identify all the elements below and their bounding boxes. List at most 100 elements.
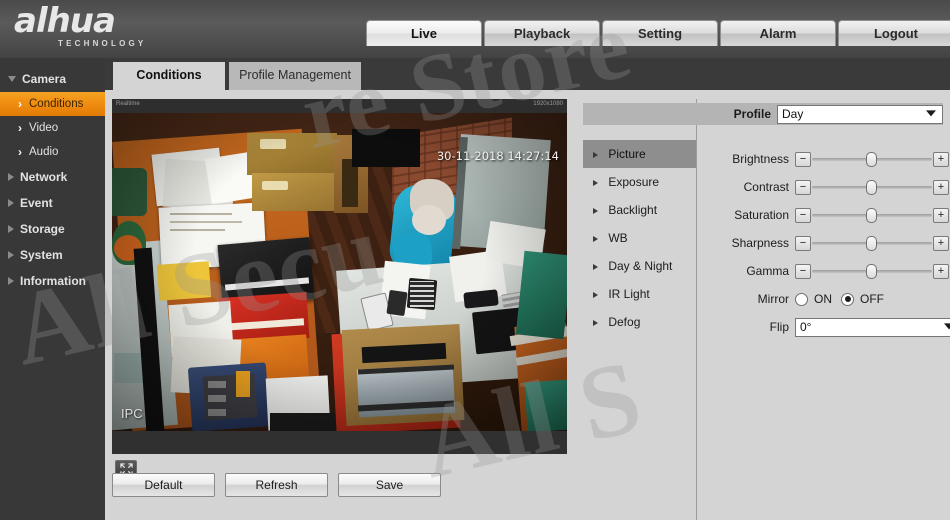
saturation-increment-button[interactable]: + <box>933 207 949 223</box>
contrast-label: Contrast <box>743 180 789 194</box>
chevron-right-icon <box>593 291 598 298</box>
chevron-down-icon <box>944 323 950 330</box>
chevron-right-icon <box>8 225 14 233</box>
nav-tab-logout[interactable]: Logout <box>838 20 950 46</box>
chevron-right-icon <box>593 179 598 186</box>
tab-strip: Conditions Profile Management <box>105 58 950 90</box>
video-stream-image[interactable]: 30-11-2018 14:27:14 IPC <box>112 113 567 431</box>
contrast-slider-thumb[interactable] <box>866 179 877 195</box>
contrast-slider-track[interactable] <box>812 179 932 195</box>
nav-tab-alarm[interactable]: Alarm <box>720 20 836 46</box>
mirror-off-label: OFF <box>860 292 884 306</box>
chevron-right-icon: › <box>18 145 22 159</box>
menu-item-ir-light[interactable]: IR Light <box>583 280 696 308</box>
mirror-on-radio[interactable] <box>795 292 808 306</box>
sidebar-item-label: Conditions <box>29 98 84 110</box>
tab-conditions[interactable]: Conditions <box>113 62 225 90</box>
chevron-right-icon: › <box>18 121 22 135</box>
video-channel-overlay: IPC <box>121 406 143 421</box>
picture-settings-form: Brightness − + 50 Contrast − + 50 Satura… <box>705 145 950 341</box>
flip-label: Flip <box>769 320 789 334</box>
sidebar-group-camera[interactable]: Camera <box>0 66 105 92</box>
menu-item-label: Exposure <box>608 175 660 189</box>
menu-item-label: Picture <box>608 147 646 161</box>
sidebar-item-video[interactable]: › Video <box>0 116 105 140</box>
dahua-camera-web-ui: alhua TECHNOLOGY Live Playback Setting A… <box>0 0 950 520</box>
contrast-increment-button[interactable]: + <box>933 179 949 195</box>
sidebar-group-system[interactable]: System <box>0 242 105 268</box>
saturation-label: Saturation <box>734 208 789 222</box>
slider-row-contrast: Contrast − + 50 <box>705 173 950 201</box>
nav-tab-playback[interactable]: Playback <box>484 20 600 46</box>
menu-item-day-night[interactable]: Day & Night <box>583 252 696 280</box>
profile-label: Profile <box>733 107 771 121</box>
chevron-right-icon <box>8 277 14 285</box>
default-button[interactable]: Default <box>112 473 215 497</box>
brightness-slider-track[interactable] <box>812 151 932 167</box>
app-header: alhua TECHNOLOGY Live Playback Setting A… <box>0 0 950 58</box>
sidebar-nav: Camera › Conditions › Video › Audio Netw… <box>0 58 105 520</box>
saturation-slider-thumb[interactable] <box>866 207 877 223</box>
sidebar-item-conditions[interactable]: › Conditions <box>0 92 105 116</box>
chevron-right-icon <box>593 319 598 326</box>
sidebar-group-event[interactable]: Event <box>0 190 105 216</box>
profile-selector-bar: Profile Day <box>583 103 943 125</box>
video-status-bar: Realtime 1920x1080 <box>112 99 567 113</box>
menu-item-label: IR Light <box>608 287 650 301</box>
sidebar-item-audio[interactable]: › Audio <box>0 140 105 164</box>
sharpness-slider-track[interactable] <box>812 235 932 251</box>
brightness-label: Brightness <box>732 152 789 166</box>
brightness-decrement-button[interactable]: − <box>795 151 811 167</box>
menu-item-picture[interactable]: Picture <box>583 140 696 168</box>
video-timestamp-overlay: 30-11-2018 14:27:14 <box>436 149 559 163</box>
save-button[interactable]: Save <box>338 473 441 497</box>
saturation-decrement-button[interactable]: − <box>795 207 811 223</box>
sidebar-item-label: Audio <box>29 146 59 158</box>
menu-item-label: Day & Night <box>608 259 673 273</box>
gamma-increment-button[interactable]: + <box>933 263 949 279</box>
gamma-decrement-button[interactable]: − <box>795 263 811 279</box>
slider-row-saturation: Saturation − + 50 <box>705 201 950 229</box>
video-bottom-bar <box>112 431 567 454</box>
video-preview-panel: Realtime 1920x1080 30-11-2018 14:27:14 I… <box>112 99 567 454</box>
mirror-off-radio[interactable] <box>841 292 854 306</box>
sidebar-group-label: Camera <box>22 72 67 86</box>
menu-item-backlight[interactable]: Backlight <box>583 196 696 224</box>
sharpness-increment-button[interactable]: + <box>933 235 949 251</box>
mirror-row: Mirror ON OFF <box>705 285 950 313</box>
nav-tab-setting[interactable]: Setting <box>602 20 718 46</box>
brightness-slider-thumb[interactable] <box>866 151 877 167</box>
sidebar-group-storage[interactable]: Storage <box>0 216 105 242</box>
sharpness-decrement-button[interactable]: − <box>795 235 811 251</box>
chevron-down-icon <box>8 76 16 82</box>
flip-select[interactable]: 0° <box>795 317 950 337</box>
menu-item-label: Backlight <box>608 203 658 217</box>
flip-row: Flip 0° <box>705 313 950 341</box>
menu-item-label: Defog <box>608 315 641 329</box>
sidebar-group-label: Storage <box>20 222 65 236</box>
menu-item-defog[interactable]: Defog <box>583 308 696 336</box>
sidebar-group-label: Event <box>20 196 53 210</box>
refresh-button[interactable]: Refresh <box>225 473 328 497</box>
sharpness-label: Sharpness <box>731 236 789 250</box>
slider-row-brightness: Brightness − + 50 <box>705 145 950 173</box>
video-stream-label: Realtime <box>116 101 140 107</box>
sharpness-slider-thumb[interactable] <box>866 235 877 251</box>
saturation-slider-track[interactable] <box>812 207 932 223</box>
tab-profile-management[interactable]: Profile Management <box>229 62 361 90</box>
profile-select-value: Day <box>782 107 804 121</box>
slider-row-sharpness: Sharpness − + 50 <box>705 229 950 257</box>
sidebar-group-label: Information <box>20 274 86 288</box>
chevron-down-icon <box>926 110 936 117</box>
menu-item-wb[interactable]: WB <box>583 224 696 252</box>
contrast-decrement-button[interactable]: − <box>795 179 811 195</box>
sidebar-group-network[interactable]: Network <box>0 164 105 190</box>
nav-tab-live[interactable]: Live <box>366 20 482 46</box>
gamma-slider-thumb[interactable] <box>866 263 877 279</box>
brightness-increment-button[interactable]: + <box>933 151 949 167</box>
gamma-slider-track[interactable] <box>812 263 932 279</box>
menu-item-exposure[interactable]: Exposure <box>583 168 696 196</box>
dahua-logo: alhua TECHNOLOGY <box>14 4 194 52</box>
profile-select[interactable]: Day <box>777 104 943 124</box>
sidebar-group-information[interactable]: Information <box>0 268 105 294</box>
